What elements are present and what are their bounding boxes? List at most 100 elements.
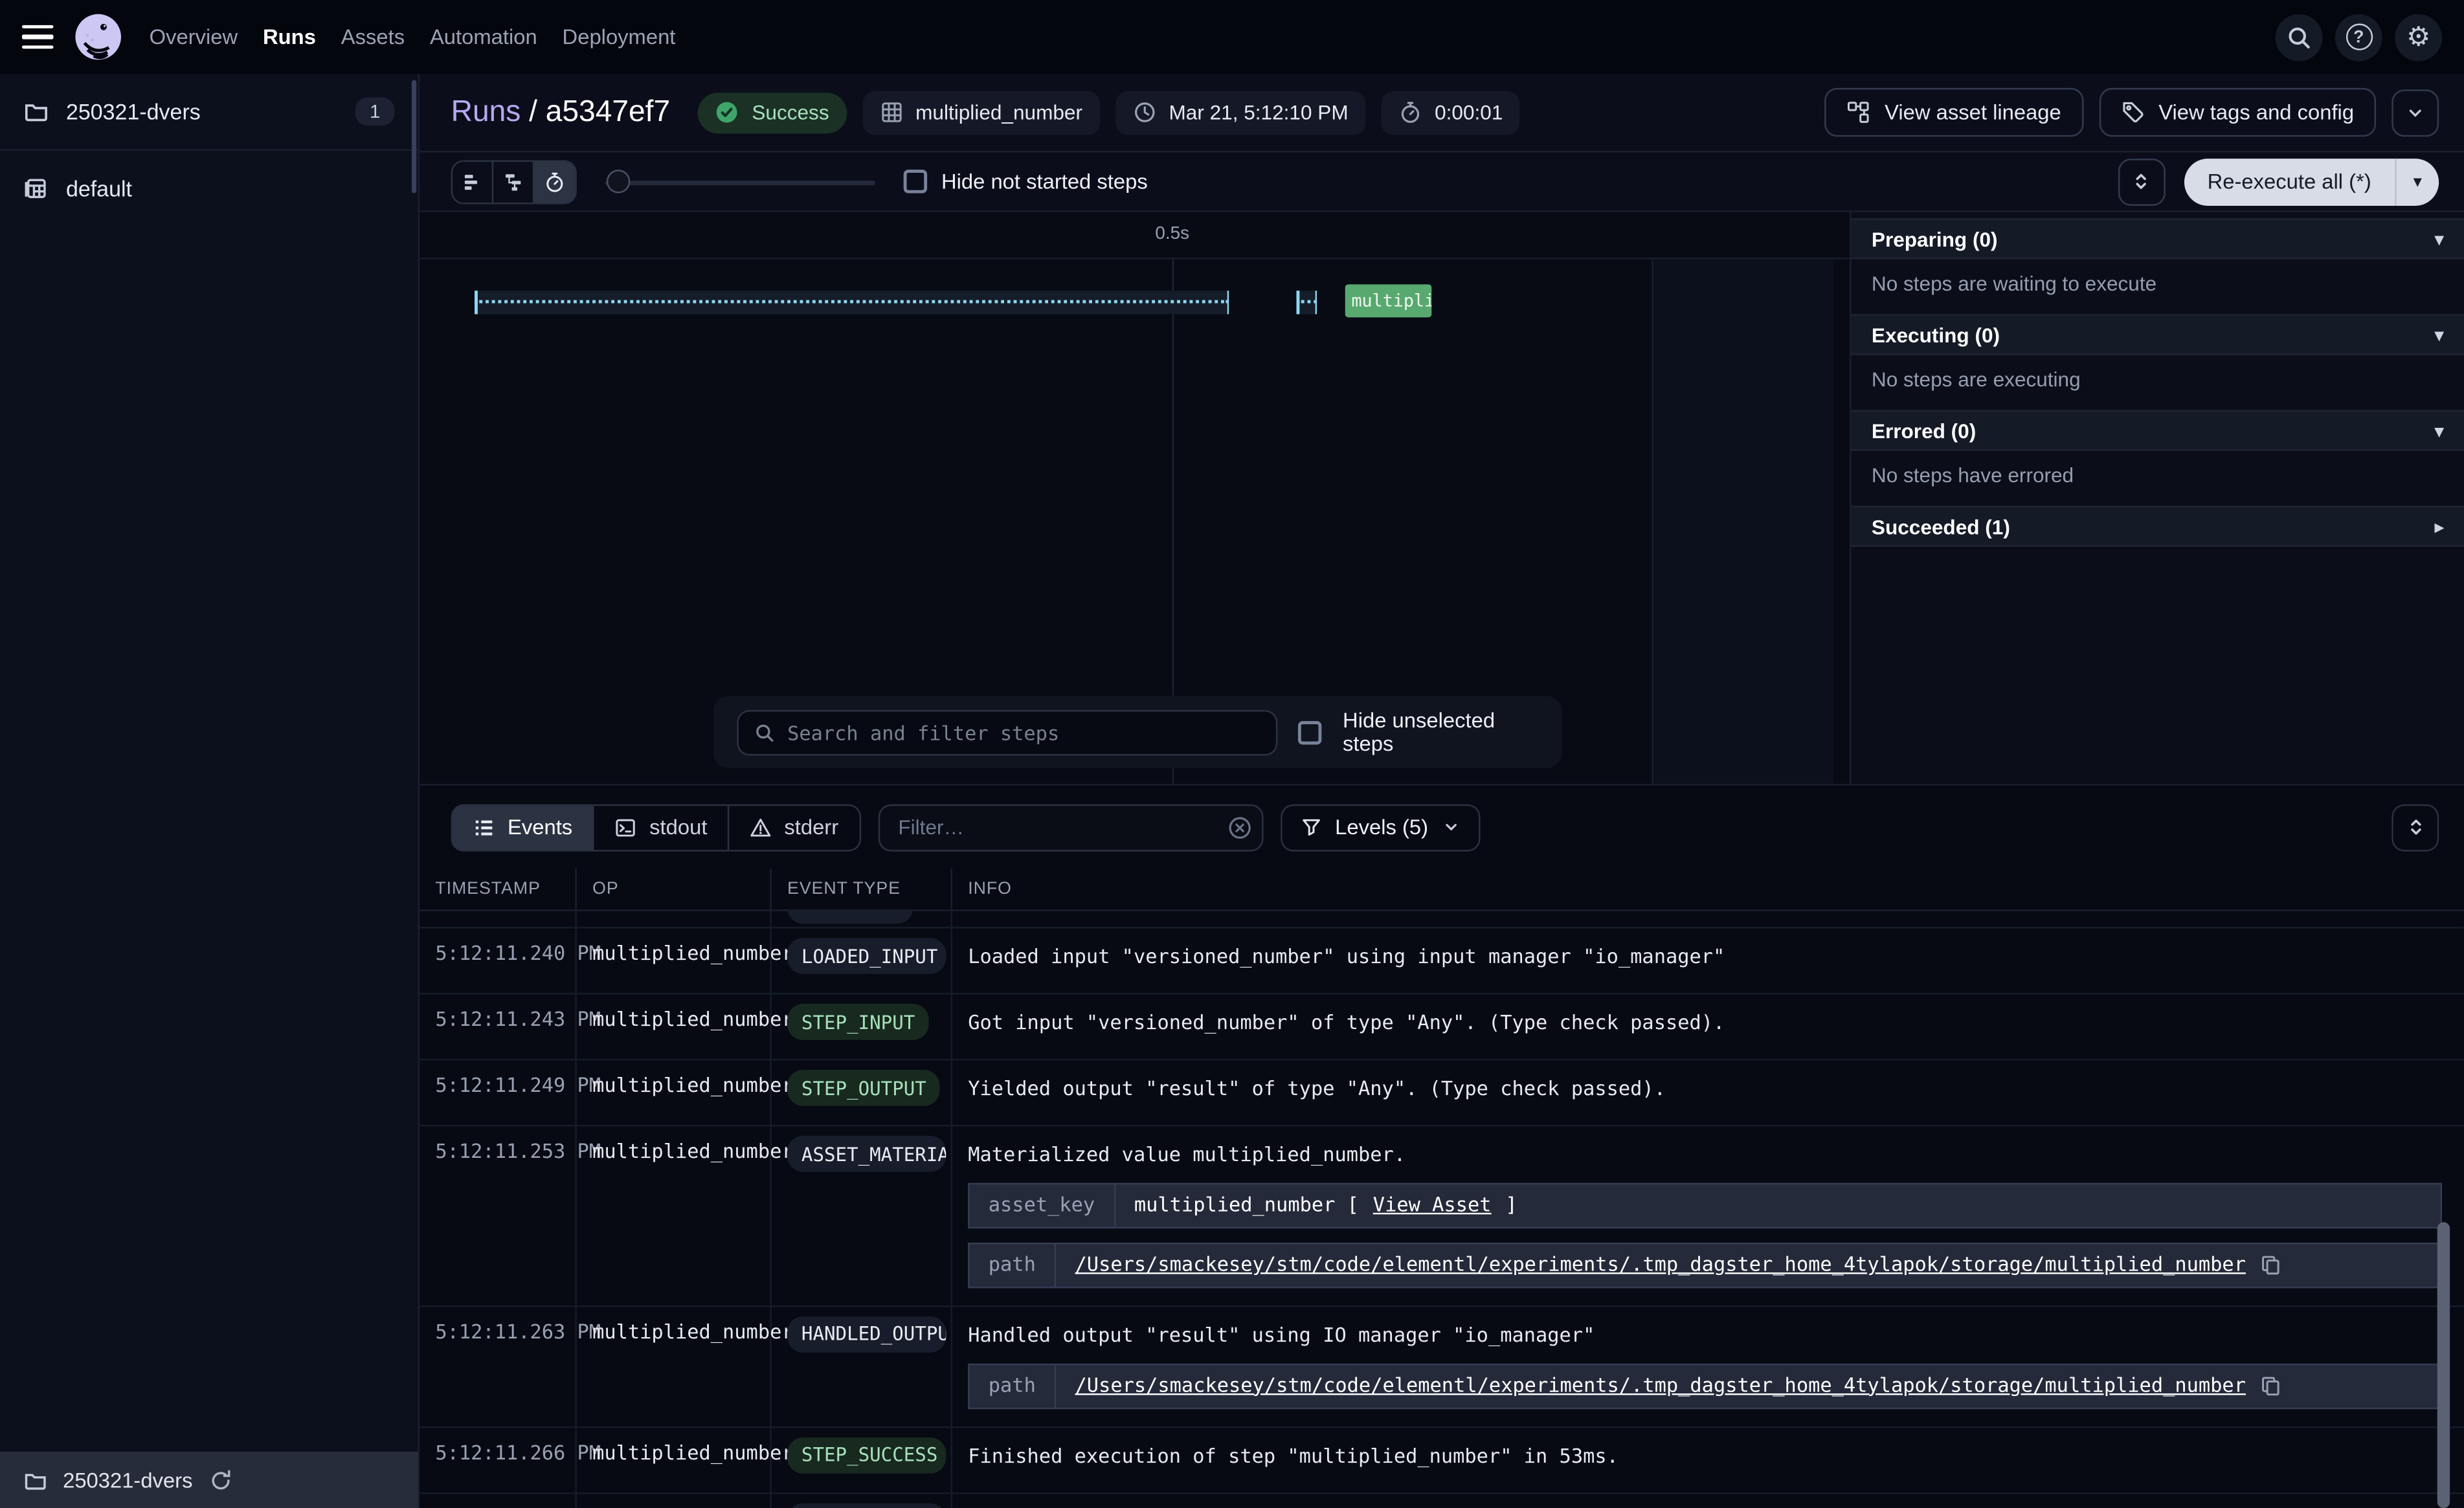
status-section-succeeded[interactable]: Succeeded (1)▸ bbox=[1851, 506, 2464, 547]
search-icon[interactable] bbox=[2276, 14, 2323, 61]
run-tags: Success multiplied_number Mar 21, 5:12:1… bbox=[699, 91, 1520, 135]
tab-stderr[interactable]: stderr bbox=[729, 805, 858, 849]
sidebar: 250321-dvers 1 default 250321-dvers bbox=[0, 74, 420, 1508]
status-section-errored[interactable]: Errored (0)▾ bbox=[1851, 410, 2464, 451]
event-type-badge: ENGINE_EVENT bbox=[787, 1503, 946, 1508]
gantt-timeline-header: 0.5s bbox=[420, 212, 1850, 260]
reload-icon[interactable] bbox=[208, 1468, 232, 1491]
footer-location-label: 250321-dvers bbox=[63, 1468, 192, 1491]
menu-icon[interactable] bbox=[22, 25, 54, 50]
view-tags-config-button[interactable]: View tags and config bbox=[2099, 88, 2376, 137]
warning-triangle-icon bbox=[750, 816, 772, 838]
filter-funnel-icon bbox=[1301, 817, 1321, 837]
event-row: 5:12:11.263 PMmultiplied_numberHANDLED_O… bbox=[420, 1305, 2464, 1426]
more-actions-chevron[interactable] bbox=[2391, 89, 2439, 136]
reexecute-dropdown-caret[interactable]: ▾ bbox=[2397, 158, 2439, 205]
timed-view-icon[interactable] bbox=[534, 161, 575, 202]
sidebar-item-250321-dvers[interactable]: 250321-dvers 1 bbox=[0, 85, 418, 139]
hide-not-started-checkbox[interactable] bbox=[904, 170, 927, 193]
column-op: OP bbox=[577, 869, 772, 909]
gantt-dotted-span-mini bbox=[1297, 291, 1317, 314]
event-row-partial bbox=[420, 911, 2464, 927]
status-panel: Preparing (0)▾No steps are waiting to ex… bbox=[1850, 212, 2464, 784]
event-timestamp: 5:12:11.253 PM bbox=[420, 1127, 577, 1305]
log-tabs: Events stdout stderr bbox=[451, 804, 860, 851]
column-timestamp: TIMESTAMP bbox=[420, 869, 577, 909]
view-mode-segmented-control bbox=[451, 159, 577, 203]
caret-down-icon: ▾ bbox=[2435, 420, 2443, 441]
metadata-key: asset_key bbox=[970, 1184, 1115, 1226]
event-log-toolbar: Events stdout stderr bbox=[420, 786, 2464, 869]
event-info-text: Materialized value multiplied_number. bbox=[968, 1139, 2448, 1169]
event-timestamp: 5:12:11.411 PM bbox=[420, 1493, 577, 1508]
event-type-badge: STEP_INPUT bbox=[787, 1004, 929, 1040]
gantt-section: 0.5s multipli… bbox=[420, 212, 2464, 786]
tab-stdout[interactable]: stdout bbox=[594, 805, 729, 849]
waterfall-view-icon[interactable] bbox=[493, 161, 534, 202]
nav-item-assets[interactable]: Assets bbox=[341, 25, 405, 49]
dagster-app: Overview Runs Assets Automation Deployment ?… bbox=[0, 0, 2464, 1508]
gantt-step-bar[interactable]: multipli… bbox=[1345, 284, 1432, 317]
log-filter-input[interactable] bbox=[878, 804, 1263, 851]
nav-actions: ? ⚙ bbox=[2276, 14, 2442, 61]
chevron-down-icon bbox=[2406, 103, 2425, 122]
path-link[interactable]: /Users/smackesey/stm/code/elementl/exper… bbox=[1075, 1252, 2246, 1278]
event-row: 5:12:11.240 PMmultiplied_numberLOADED_IN… bbox=[420, 927, 2464, 993]
column-event-type: EVENT TYPE bbox=[772, 869, 952, 909]
event-rows: 5:12:11.240 PMmultiplied_numberLOADED_IN… bbox=[420, 911, 2464, 1508]
event-op: multiplied_number bbox=[577, 1307, 772, 1426]
nav-item-automation[interactable]: Automation bbox=[430, 25, 537, 49]
breadcrumb-runs-link[interactable]: Runs bbox=[451, 95, 521, 128]
tab-events[interactable]: Events bbox=[453, 805, 594, 849]
nav-item-deployment[interactable]: Deployment bbox=[563, 25, 676, 49]
log-scrollbar-thumb[interactable] bbox=[2437, 1222, 2450, 1508]
check-circle-icon bbox=[716, 100, 739, 124]
hide-unselected-checkbox[interactable] bbox=[1299, 720, 1322, 744]
metadata-value: multiplied_number [View Asset] bbox=[1115, 1184, 1536, 1226]
metadata-row: path/Users/smackesey/stm/code/elementl/e… bbox=[968, 1363, 2442, 1408]
up-down-chevrons-icon bbox=[2131, 172, 2152, 192]
step-search-input[interactable] bbox=[787, 720, 1261, 744]
copy-icon[interactable] bbox=[2260, 1254, 2282, 1276]
caret-down-icon: ▾ bbox=[2435, 324, 2443, 345]
clear-filter-icon[interactable] bbox=[1227, 815, 1252, 840]
gantt-offrun-region bbox=[1652, 260, 1834, 784]
clock-icon bbox=[1133, 100, 1156, 124]
event-type-badge: STEP_SUCCESS bbox=[787, 1437, 946, 1473]
asset-tag[interactable]: multiplied_number bbox=[862, 91, 1100, 135]
gantt-dotted-span bbox=[475, 291, 1229, 314]
reexecute-all-button[interactable]: Re-execute all (*) ▾ bbox=[2184, 158, 2439, 205]
sidebar-item-default[interactable]: default bbox=[0, 162, 418, 216]
metadata-value: /Users/smackesey/stm/code/elementl/exper… bbox=[1056, 1244, 2301, 1286]
terminal-icon bbox=[615, 816, 637, 838]
slider-thumb[interactable] bbox=[607, 169, 630, 192]
path-link[interactable]: /Users/smackesey/stm/code/elementl/exper… bbox=[1075, 1373, 2246, 1399]
status-badge: Success bbox=[699, 92, 847, 133]
nav-item-overview[interactable]: Overview bbox=[150, 25, 238, 49]
nav-item-runs[interactable]: Runs bbox=[263, 25, 316, 49]
levels-dropdown[interactable]: Levels (5) bbox=[1280, 804, 1480, 851]
view-asset-lineage-button[interactable]: View asset lineage bbox=[1825, 88, 2083, 137]
stopwatch-icon bbox=[1398, 100, 1422, 124]
slider-track[interactable] bbox=[605, 180, 875, 185]
expand-gantt-button[interactable] bbox=[2118, 158, 2165, 205]
run-header: Runs / a5347ef7 Success multiplied_nu bbox=[420, 74, 2464, 152]
help-icon[interactable]: ? bbox=[2335, 14, 2382, 61]
settings-gear-icon[interactable]: ⚙ bbox=[2395, 14, 2442, 61]
zoom-slider[interactable] bbox=[605, 169, 875, 194]
log-filter bbox=[878, 804, 1263, 851]
copy-icon[interactable] bbox=[2260, 1375, 2282, 1397]
event-type-badge: HANDLED_OUTPUT bbox=[787, 1316, 946, 1353]
metadata-row: asset_keymultiplied_number [View Asset] bbox=[968, 1183, 2442, 1228]
flat-view-icon[interactable] bbox=[453, 161, 493, 202]
status-section-preparing[interactable]: Preparing (0)▾ bbox=[1851, 218, 2464, 259]
status-section-executing[interactable]: Executing (0)▾ bbox=[1851, 314, 2464, 355]
sidebar-scrollbar[interactable] bbox=[412, 80, 416, 194]
event-row: 5:12:11.249 PMmultiplied_numberSTEP_OUTP… bbox=[420, 1059, 2464, 1125]
event-type-badge: LOADED_INPUT bbox=[787, 938, 946, 974]
view-asset-link[interactable]: View Asset bbox=[1373, 1192, 1492, 1219]
expand-log-button[interactable] bbox=[2391, 804, 2439, 851]
metadata-key: path bbox=[970, 1365, 1057, 1407]
event-row: 5:12:11.253 PMmultiplied_numberASSET_MAT… bbox=[420, 1125, 2464, 1305]
dagster-logo-icon[interactable] bbox=[74, 12, 122, 61]
